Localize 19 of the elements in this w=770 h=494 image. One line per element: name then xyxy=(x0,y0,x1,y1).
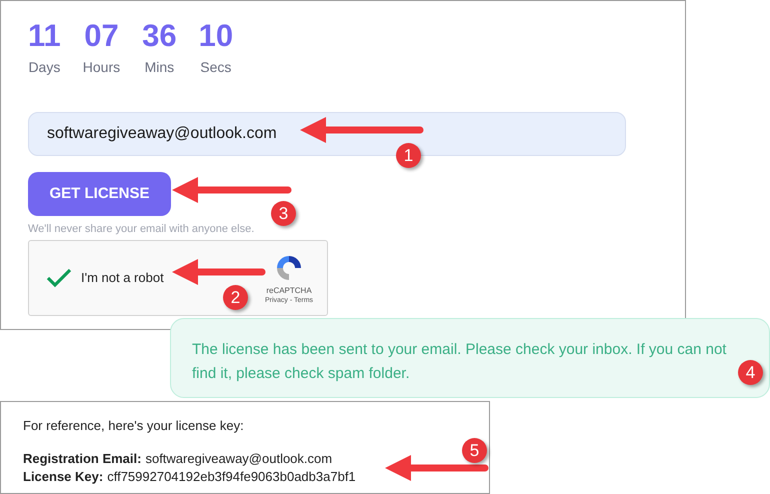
countdown-number: 11 xyxy=(28,19,61,53)
countdown-number: 10 xyxy=(198,19,234,53)
countdown-unit: Hours xyxy=(82,58,120,77)
countdown-unit: Mins xyxy=(144,58,174,77)
field-label: Registration Email: xyxy=(23,450,142,468)
field-label: License Key: xyxy=(23,468,104,486)
get-license-button[interactable]: GET LICENSE xyxy=(28,172,171,216)
field-value: cff75992704192eb3f94fe9063b0adb3a7bf1 xyxy=(107,468,356,486)
countdown-unit: Days xyxy=(28,58,60,77)
countdown-unit: Secs xyxy=(200,58,232,77)
recaptcha-brand: reCAPTCHA xyxy=(266,286,312,296)
privacy-note: We'll never share your email with anyone else. xyxy=(28,222,256,236)
reference-intro: For reference, here's your license key: xyxy=(23,417,245,435)
countdown-number: 36 xyxy=(142,19,177,53)
field-value: softwaregiveaway@outlook.com xyxy=(145,450,332,468)
countdown-number: 07 xyxy=(84,19,119,53)
alert-message: The license has been sent to your email. Please check your inbox. If you can not find it, please check spam folder. xyxy=(192,340,728,384)
checkmark-icon xyxy=(46,267,72,289)
recaptcha-label: I'm not a robot xyxy=(81,269,164,288)
